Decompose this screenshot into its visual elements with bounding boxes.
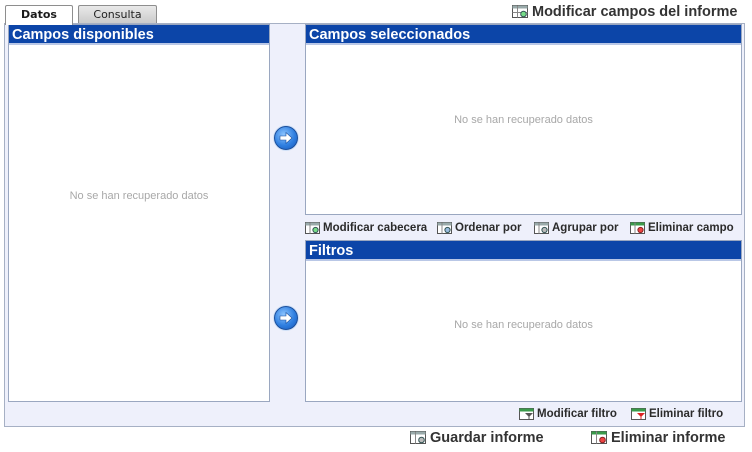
table-delete-icon bbox=[591, 431, 607, 449]
modify-report-fields-button[interactable]: Modificar campos del informe bbox=[512, 4, 737, 23]
table-sort-icon bbox=[437, 222, 452, 238]
table-save-icon bbox=[410, 431, 426, 449]
delete-report-button[interactable]: Eliminar informe bbox=[591, 430, 725, 449]
delete-field-button[interactable]: Eliminar campo bbox=[630, 221, 734, 238]
tab-datos[interactable]: Datos bbox=[5, 5, 73, 25]
modify-header-button[interactable]: Modificar cabecera bbox=[305, 221, 427, 238]
table-edit-icon bbox=[305, 222, 320, 238]
delete-filter-label: Eliminar filtro bbox=[649, 408, 724, 420]
add-to-filters-button[interactable] bbox=[274, 306, 298, 330]
selected-fields-title: Campos seleccionados bbox=[306, 25, 741, 45]
order-by-button[interactable]: Ordenar por bbox=[437, 221, 521, 238]
modify-header-label: Modificar cabecera bbox=[323, 222, 428, 234]
table-delete-icon bbox=[630, 222, 645, 238]
delete-report-label: Eliminar informe bbox=[611, 430, 726, 446]
save-report-label: Guardar informe bbox=[430, 430, 544, 446]
table-edit-icon bbox=[512, 5, 528, 23]
filter-edit-icon bbox=[519, 408, 534, 424]
filters-title: Filtros bbox=[306, 241, 741, 261]
group-by-label: Agrupar por bbox=[552, 222, 619, 234]
filter-delete-icon bbox=[631, 408, 646, 424]
save-report-button[interactable]: Guardar informe bbox=[410, 430, 544, 449]
filters-empty-text: No se han recuperado datos bbox=[454, 319, 593, 331]
available-fields-empty-text: No se han recuperado datos bbox=[69, 190, 209, 202]
group-by-button[interactable]: Agrupar por bbox=[534, 221, 618, 238]
available-fields-title: Campos disponibles bbox=[9, 25, 269, 45]
selected-fields-panel[interactable]: Campos seleccionados No se han recuperad… bbox=[305, 24, 742, 215]
order-by-label: Ordenar por bbox=[455, 222, 522, 234]
modify-report-fields-label: Modificar campos del informe bbox=[532, 4, 738, 20]
available-fields-panel[interactable]: Campos disponibles No se han recuperado … bbox=[8, 24, 270, 402]
filters-panel[interactable]: Filtros No se han recuperado datos bbox=[305, 240, 742, 402]
report-editor-frame: Campos disponibles No se han recuperado … bbox=[4, 23, 745, 427]
selected-fields-empty-text: No se han recuperado datos bbox=[454, 114, 593, 126]
modify-filter-label: Modificar filtro bbox=[537, 408, 617, 420]
modify-filter-button[interactable]: Modificar filtro bbox=[519, 407, 617, 424]
tab-consulta[interactable]: Consulta bbox=[78, 5, 157, 24]
table-group-icon bbox=[534, 222, 549, 238]
add-to-selected-button[interactable] bbox=[274, 126, 298, 150]
delete-field-label: Eliminar campo bbox=[648, 222, 734, 234]
delete-filter-button[interactable]: Eliminar filtro bbox=[631, 407, 723, 424]
